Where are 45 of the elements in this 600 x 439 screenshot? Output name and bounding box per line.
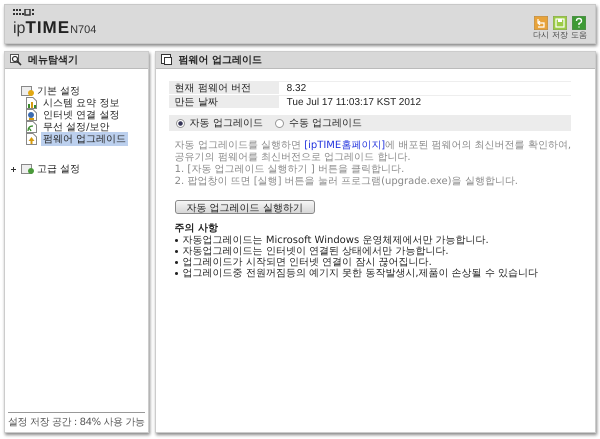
expand-icon[interactable]: [11, 166, 16, 172]
logo: ipTIME N704: [13, 19, 96, 37]
undo-button[interactable]: 다시: [533, 16, 549, 41]
return-icon: [534, 16, 548, 30]
logo-dots-icon: [13, 9, 35, 16]
tree-group-item[interactable]: 기본 설정: [37, 84, 80, 98]
description-text: 자동 업그레이드를 실행하면 [ipTIME홈페이지]에 배포된 펌웨어의 최신버전를 확인하여,: [174, 140, 572, 152]
info-value: 8.32: [278, 80, 572, 94]
note-text: 업그레이드가 시작되면 인터넷 연결이 잠시 끊어집니다.: [182, 257, 432, 268]
mode-label[interactable]: 수동 업그레이드: [288, 116, 362, 130]
info-label: 현재 펌웨어 버전: [168, 81, 279, 94]
radio-button[interactable]: [274, 118, 284, 128]
tree-item[interactable]: 무선 설정/보안: [41, 120, 112, 134]
description-text: 1. [자동 업그레이드 실행하기 ] 버튼을 클릭합니다.: [174, 164, 406, 176]
bullet-icon: [174, 239, 178, 242]
info-label: 만든 날짜: [168, 95, 279, 108]
bullet-icon: [174, 250, 178, 253]
content-title: 펌웨어 업그레이드: [178, 54, 262, 67]
description-text: 2. 팝업창이 뜨면 [실행] 버튼을 눌러 프로그램(upgrade.exe)을 실행합니다.: [174, 176, 519, 188]
note-text: 업그레이드중 전원꺼짐등의 예기지 못한 동작발생시,제품이 손상될 수 있습니다: [182, 268, 538, 279]
bullet-icon: [174, 261, 178, 264]
homepage-link[interactable]: [ipTIME홈페이지]: [304, 140, 386, 151]
bar-chart-icon: [26, 97, 37, 109]
tree-item[interactable]: 펌웨어 업그레이드: [41, 132, 128, 146]
tree-group-item[interactable]: 고급 설정: [37, 162, 80, 176]
tree-item[interactable]: 시스템 요약 정보: [41, 96, 122, 110]
radio-button[interactable]: [176, 118, 185, 128]
notes-title: 주의 사항: [174, 222, 220, 235]
help-icon: [572, 16, 586, 30]
search-icon: [10, 54, 22, 66]
note-text: 자동업그레이드는 인터넷이 연결된 상태에서만 가능합니다.: [182, 246, 449, 257]
sidebar-title: 메뉴탐색기: [28, 54, 78, 67]
help-button[interactable]: 도움: [571, 16, 587, 41]
info-value: Tue Jul 17 11:03:17 KST 2012: [278, 94, 572, 108]
description-text: 공유기의 펌웨어를 최신버전으로 업그레이드 합니다.: [174, 152, 412, 164]
tree-item[interactable]: 인터넷 연결 설정: [41, 108, 122, 122]
floppy-icon: [553, 16, 567, 30]
save-button[interactable]: 저장: [552, 16, 568, 41]
run-upgrade-button[interactable]: 자동 업그레이드 실행하기: [174, 200, 315, 214]
note-text: 자동업그레이드는 Microsoft Windows 운영체제에서만 가능합니다.: [182, 235, 489, 246]
arrow-up-icon: [26, 133, 37, 145]
mode-label[interactable]: 자동 업그레이드: [190, 116, 263, 130]
bullet-icon: [174, 272, 178, 275]
window-icon: [160, 54, 173, 66]
storage-status-text: 설정 저장 공간 : 84% 사용 가능: [8, 412, 145, 432]
